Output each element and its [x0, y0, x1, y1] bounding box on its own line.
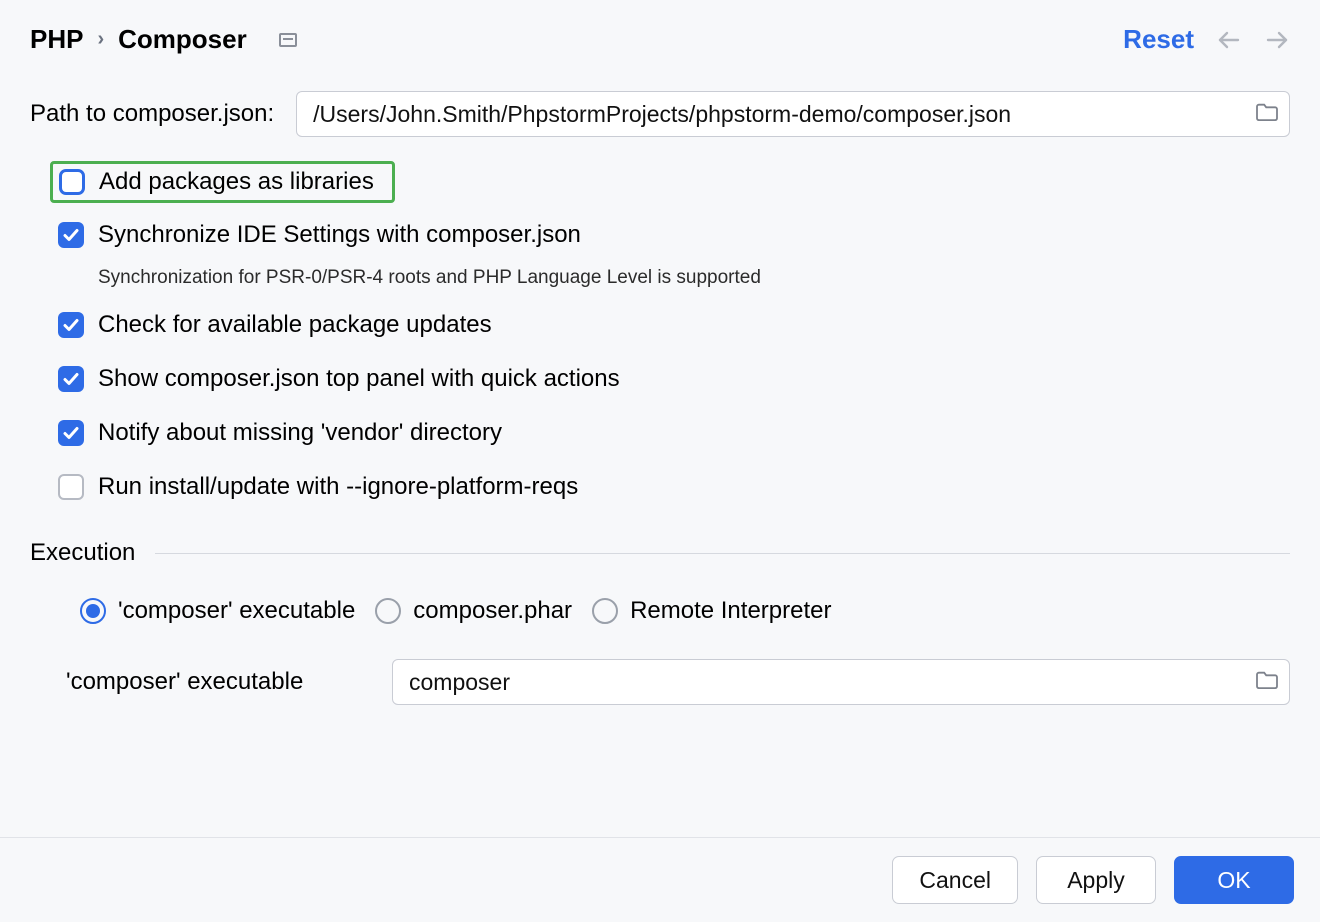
check-updates-label: Check for available package updates	[98, 311, 492, 339]
composer-executable-label: 'composer' executable	[66, 668, 356, 696]
show-top-panel-checkbox[interactable]	[58, 366, 84, 392]
ignore-platform-row: Run install/update with --ignore-platfor…	[58, 465, 1290, 509]
composer-executable-row: 'composer' executable	[30, 659, 1290, 705]
expand-icon[interactable]	[279, 33, 297, 47]
composer-json-path-input[interactable]	[311, 100, 1247, 129]
composer-json-path-input-wrap	[296, 91, 1290, 137]
back-arrow-icon	[1216, 29, 1242, 51]
check-updates-row: Check for available package updates	[58, 303, 1290, 347]
radio-executable-label: 'composer' executable	[118, 597, 355, 625]
ignore-platform-label: Run install/update with --ignore-platfor…	[98, 473, 578, 501]
reset-link[interactable]: Reset	[1123, 24, 1194, 55]
radio-executable[interactable]	[80, 598, 106, 624]
settings-header: PHP › Composer Reset	[0, 0, 1320, 55]
notify-vendor-label: Notify about missing 'vendor' directory	[98, 419, 502, 447]
radio-phar-label: composer.phar	[413, 597, 572, 625]
breadcrumb-root[interactable]: PHP	[30, 24, 83, 55]
settings-content: Path to composer.json: Add packages as l…	[0, 55, 1320, 705]
radio-remote[interactable]	[592, 598, 618, 624]
composer-executable-input[interactable]	[407, 668, 1247, 697]
chevron-right-icon: ›	[97, 28, 104, 51]
sync-ide-label: Synchronize IDE Settings with composer.j…	[98, 221, 581, 249]
show-top-panel-label: Show composer.json top panel with quick …	[98, 365, 620, 393]
add-packages-checkbox[interactable]	[59, 169, 85, 195]
radio-remote-group: Remote Interpreter	[592, 597, 831, 625]
execution-title: Execution	[30, 539, 155, 567]
sync-ide-checkbox[interactable]	[58, 222, 84, 248]
composer-executable-input-wrap	[392, 659, 1290, 705]
breadcrumb-current: Composer	[118, 24, 247, 55]
folder-icon[interactable]	[1255, 101, 1279, 128]
show-top-panel-row: Show composer.json top panel with quick …	[58, 357, 1290, 401]
sync-ide-row: Synchronize IDE Settings with composer.j…	[58, 213, 1290, 257]
execution-section-header: Execution	[30, 539, 1290, 567]
composer-json-path-row: Path to composer.json:	[30, 91, 1290, 137]
apply-button[interactable]: Apply	[1036, 856, 1156, 904]
folder-icon[interactable]	[1255, 669, 1279, 696]
radio-phar[interactable]	[375, 598, 401, 624]
radio-executable-group: 'composer' executable	[80, 597, 355, 625]
dialog-footer: Cancel Apply OK	[0, 837, 1320, 922]
notify-vendor-row: Notify about missing 'vendor' directory	[58, 411, 1290, 455]
composer-json-path-label: Path to composer.json:	[30, 100, 274, 128]
add-packages-row: Add packages as libraries	[50, 161, 395, 203]
radio-phar-group: composer.phar	[375, 597, 572, 625]
checkbox-list: Add packages as libraries Synchronize ID…	[30, 161, 1290, 509]
execution-radio-row: 'composer' executable composer.phar Remo…	[30, 597, 1290, 625]
sync-ide-hint: Synchronization for PSR-0/PSR-4 roots an…	[98, 267, 1290, 289]
section-divider	[155, 553, 1290, 554]
notify-vendor-checkbox[interactable]	[58, 420, 84, 446]
radio-remote-label: Remote Interpreter	[630, 597, 831, 625]
ok-button[interactable]: OK	[1174, 856, 1294, 904]
ignore-platform-checkbox[interactable]	[58, 474, 84, 500]
cancel-button[interactable]: Cancel	[892, 856, 1018, 904]
breadcrumb: PHP › Composer	[30, 24, 297, 55]
forward-arrow-icon	[1264, 29, 1290, 51]
check-updates-checkbox[interactable]	[58, 312, 84, 338]
add-packages-label: Add packages as libraries	[99, 168, 374, 196]
